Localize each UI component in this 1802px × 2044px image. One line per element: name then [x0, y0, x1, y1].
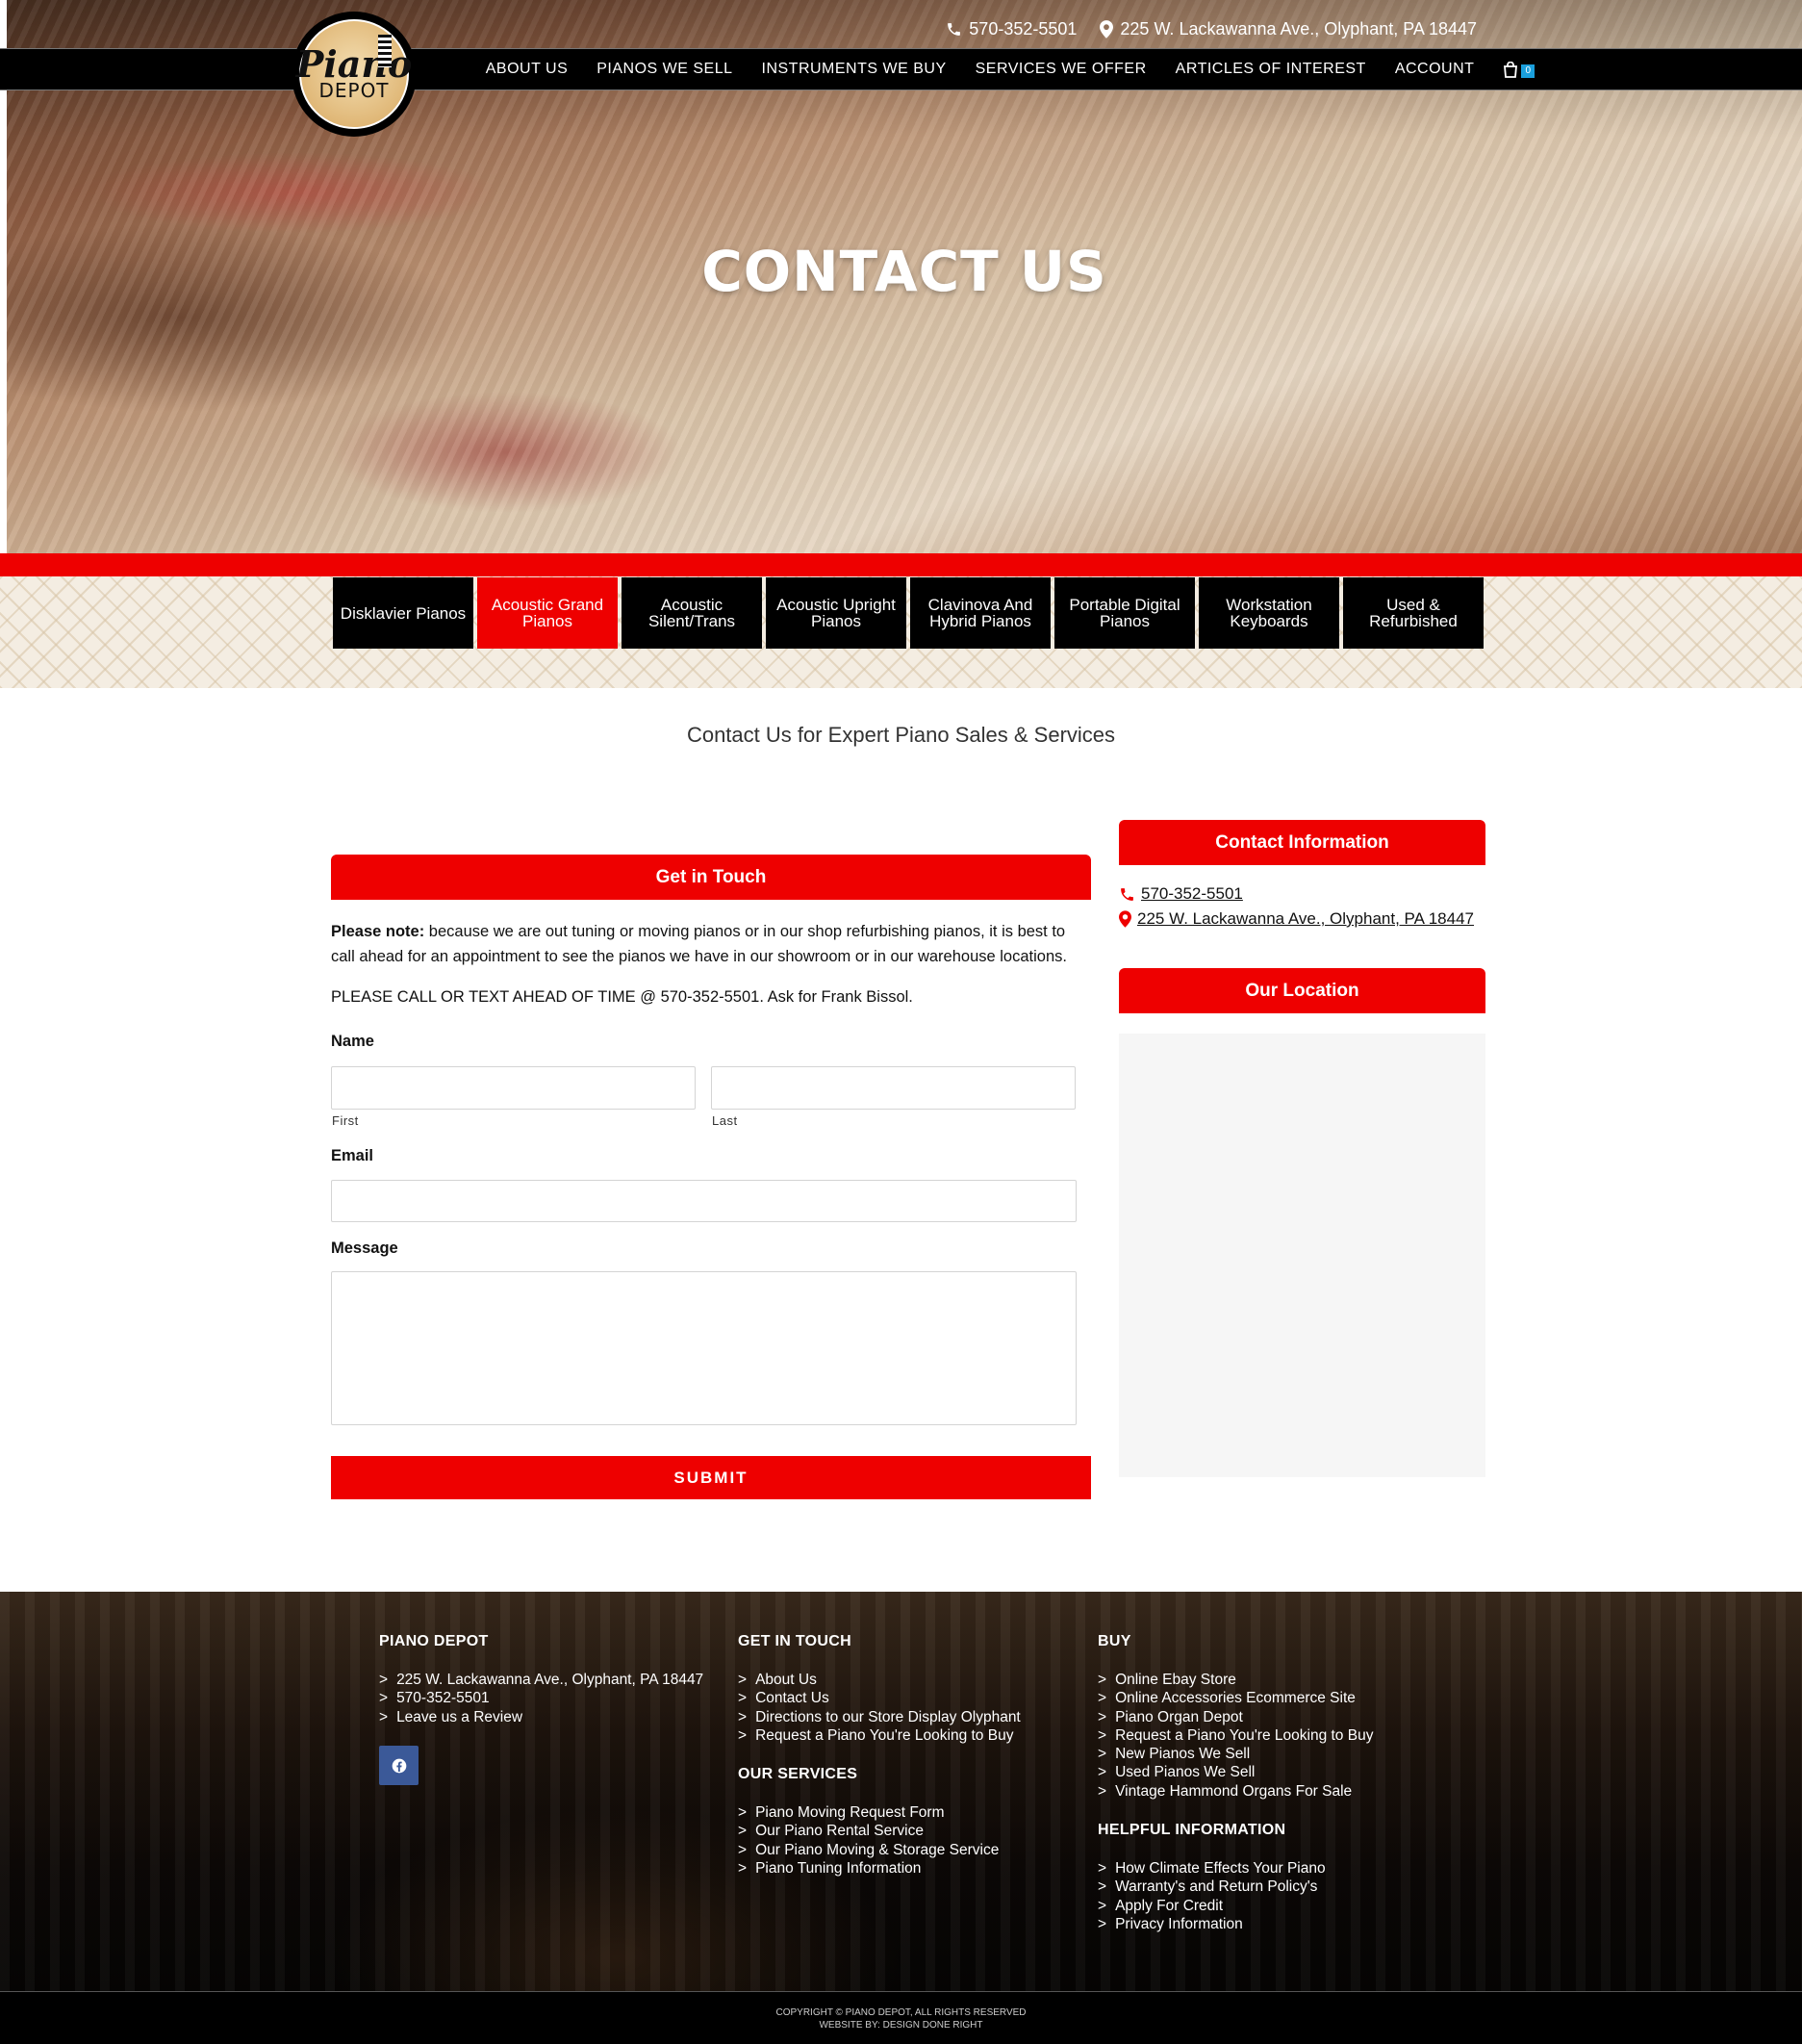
- sidebar-phone-link[interactable]: 570-352-5501: [1141, 884, 1243, 904]
- footer-link[interactable]: Online Ebay Store: [1098, 1671, 1373, 1689]
- site-footer: [0, 1592, 1802, 1992]
- facebook-button[interactable]: [379, 1746, 419, 1785]
- category-acoustic-silent-trans[interactable]: Acoustic Silent/Trans: [622, 577, 762, 649]
- footer-link[interactable]: Vintage Hammond Organs For Sale: [1098, 1782, 1373, 1801]
- first-name-input[interactable]: [331, 1066, 696, 1110]
- footer-link[interactable]: How Climate Effects Your Piano: [1098, 1859, 1326, 1878]
- copyright-text: COPYRIGHT © PIANO DEPOT, ALL RIGHTS RESE…: [775, 2007, 1027, 2018]
- site-logo[interactable]: Piano DEPOT: [292, 12, 417, 137]
- footer-link[interactable]: Our Piano Moving & Storage Service: [738, 1841, 999, 1859]
- footer-link[interactable]: Apply For Credit: [1098, 1897, 1326, 1915]
- top-contact-bar: 570-352-5501 225 W. Lackawanna Ave., Oly…: [946, 17, 1477, 40]
- footer-link[interactable]: Privacy Information: [1098, 1915, 1326, 1933]
- footer-link[interactable]: Contact Us: [738, 1689, 1021, 1707]
- email-input[interactable]: [331, 1180, 1077, 1222]
- email-label: Email: [331, 1147, 374, 1164]
- footer-heading-get-in-touch: GET IN TOUCH: [738, 1633, 851, 1649]
- category-acoustic-upright-pianos[interactable]: Acoustic Upright Pianos: [766, 577, 906, 649]
- footer-link[interactable]: Warranty's and Return Policy's: [1098, 1878, 1326, 1896]
- top-phone[interactable]: 570-352-5501: [946, 19, 1077, 39]
- main-navbar: ABOUT US PIANOS WE SELL INSTRUMENTS WE B…: [0, 48, 1802, 90]
- footer-list-buy: Online Ebay Store Online Accessories Eco…: [1098, 1671, 1373, 1801]
- footer-list-piano-depot: 225 W. Lackawanna Ave., Olyphant, PA 184…: [379, 1671, 703, 1726]
- shopping-bag-icon: [1503, 61, 1518, 78]
- cart-button[interactable]: 0: [1503, 61, 1535, 78]
- footer-link[interactable]: Piano Organ Depot: [1098, 1708, 1373, 1726]
- facebook-icon: [392, 1758, 407, 1774]
- nav-pianos-we-sell[interactable]: PIANOS WE SELL: [596, 61, 732, 78]
- footer-heading-helpful-information: HELPFUL INFORMATION: [1098, 1822, 1286, 1838]
- category-acoustic-grand-pianos[interactable]: Acoustic Grand Pianos: [477, 577, 618, 649]
- nav-account[interactable]: ACCOUNT: [1395, 61, 1475, 78]
- footer-link[interactable]: Our Piano Rental Service: [738, 1822, 999, 1840]
- cart-count-badge: 0: [1521, 64, 1535, 78]
- top-address[interactable]: 225 W. Lackawanna Ave., Olyphant, PA 184…: [1100, 19, 1477, 39]
- footer-link[interactable]: Directions to our Store Display Olyphant: [738, 1708, 1021, 1726]
- submit-button[interactable]: SUBMIT: [331, 1456, 1091, 1499]
- name-label: Name: [331, 1033, 374, 1050]
- logo-text-piano: Piano: [295, 42, 413, 86]
- first-name-sublabel: First: [332, 1113, 359, 1128]
- footer-link[interactable]: Piano Moving Request Form: [738, 1803, 999, 1822]
- nav-services-we-offer[interactable]: SERVICES WE OFFER: [976, 61, 1147, 78]
- get-in-touch-heading: Get in Touch: [331, 855, 1091, 900]
- sidebar-address-link[interactable]: 225 W. Lackawanna Ave., Olyphant, PA 184…: [1137, 909, 1474, 929]
- our-location-heading: Our Location: [1119, 968, 1485, 1013]
- form-note-text: because we are out tuning or moving pian…: [331, 923, 1067, 965]
- footer-list-get-in-touch: About Us Contact Us Directions to our St…: [738, 1671, 1021, 1745]
- sidebar-address[interactable]: 225 W. Lackawanna Ave., Olyphant, PA 184…: [1119, 909, 1474, 929]
- copyright-bar: COPYRIGHT © PIANO DEPOT, ALL RIGHTS RESE…: [0, 1991, 1802, 2044]
- footer-link[interactable]: Used Pianos We Sell: [1098, 1763, 1373, 1781]
- message-textarea[interactable]: [331, 1271, 1077, 1425]
- category-portable-digital-pianos[interactable]: Portable Digital Pianos: [1054, 577, 1195, 649]
- footer-link[interactable]: Online Accessories Ecommerce Site: [1098, 1689, 1373, 1707]
- logo-text-depot: DEPOT: [318, 79, 390, 102]
- message-label: Message: [331, 1239, 398, 1257]
- form-note-label: Please note:: [331, 923, 425, 940]
- call-ahead-notice: PLEASE CALL OR TEXT AHEAD OF TIME @ 570-…: [331, 988, 913, 1006]
- footer-heading-our-services: OUR SERVICES: [738, 1766, 858, 1782]
- form-note: Please note: because we are out tuning o…: [331, 919, 1093, 969]
- footer-link[interactable]: 570-352-5501: [379, 1689, 703, 1707]
- nav-instruments-we-buy[interactable]: INSTRUMENTS WE BUY: [762, 61, 947, 78]
- last-name-input[interactable]: [711, 1066, 1076, 1110]
- footer-link[interactable]: New Pianos We Sell: [1098, 1745, 1373, 1763]
- phone-icon: [946, 21, 962, 38]
- logo-badge: Piano DEPOT: [296, 19, 412, 129]
- nav-about-us[interactable]: ABOUT US: [486, 61, 569, 78]
- footer-link[interactable]: Request a Piano You're Looking to Buy: [738, 1726, 1021, 1745]
- footer-heading-buy: BUY: [1098, 1633, 1131, 1649]
- category-workstation-keyboards[interactable]: Workstation Keyboards: [1199, 577, 1339, 649]
- footer-list-our-services: Piano Moving Request Form Our Piano Rent…: [738, 1803, 999, 1878]
- nav-articles-of-interest[interactable]: ARTICLES OF INTEREST: [1176, 61, 1366, 78]
- main-nav: ABOUT US PIANOS WE SELL INSTRUMENTS WE B…: [457, 49, 1535, 89]
- section-subtitle: Contact Us for Expert Piano Sales & Serv…: [686, 723, 1116, 747]
- website-credit[interactable]: WEBSITE BY: DESIGN DONE RIGHT: [0, 2019, 1802, 2031]
- contact-information-heading: Contact Information: [1119, 820, 1485, 865]
- red-divider: [0, 553, 1802, 576]
- map-marker-icon: [1119, 910, 1131, 928]
- category-tabs: Disklavier Pianos Acoustic Grand Pianos …: [333, 577, 1484, 649]
- location-map[interactable]: [1119, 1034, 1485, 1477]
- footer-link[interactable]: Request a Piano You're Looking to Buy: [1098, 1726, 1373, 1745]
- map-marker-icon: [1100, 19, 1114, 38]
- footer-list-helpful-information: How Climate Effects Your Piano Warranty'…: [1098, 1859, 1326, 1933]
- category-used-refurbished[interactable]: Used & Refurbished: [1343, 577, 1484, 649]
- last-name-sublabel: Last: [712, 1113, 738, 1128]
- phone-icon: [1119, 886, 1135, 903]
- page-title: CONTACT US: [701, 239, 1107, 304]
- footer-heading-piano-depot: PIANO DEPOT: [379, 1633, 489, 1649]
- sidebar-phone[interactable]: 570-352-5501: [1119, 884, 1243, 904]
- footer-link[interactable]: About Us: [738, 1671, 1021, 1689]
- top-address-text: 225 W. Lackawanna Ave., Olyphant, PA 184…: [1120, 18, 1477, 38]
- top-phone-text: 570-352-5501: [969, 18, 1078, 38]
- footer-link[interactable]: Piano Tuning Information: [738, 1859, 999, 1878]
- category-clavinova-hybrid-pianos[interactable]: Clavinova And Hybrid Pianos: [910, 577, 1051, 649]
- footer-link[interactable]: Leave us a Review: [379, 1708, 703, 1726]
- footer-link[interactable]: 225 W. Lackawanna Ave., Olyphant, PA 184…: [379, 1671, 703, 1689]
- category-disklavier-pianos[interactable]: Disklavier Pianos: [333, 577, 473, 649]
- piano-keys-icon: [378, 35, 392, 67]
